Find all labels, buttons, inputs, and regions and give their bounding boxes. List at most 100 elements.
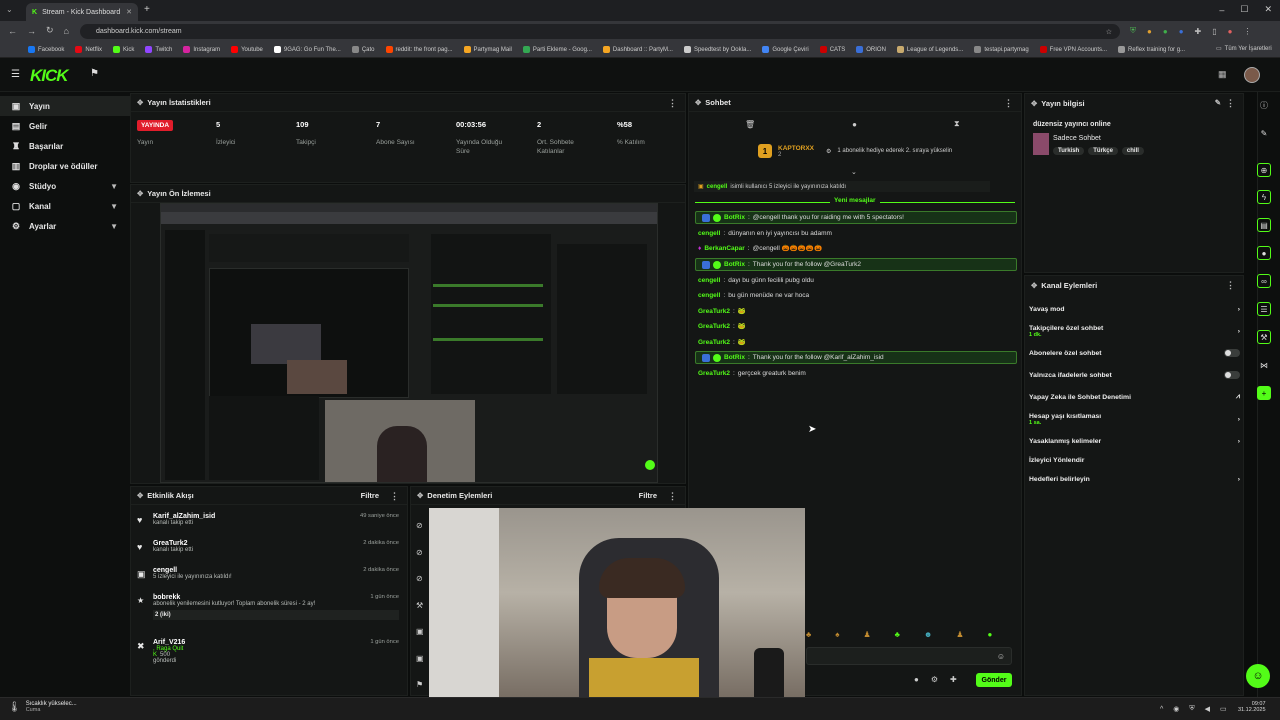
- bookmark[interactable]: Facebook: [28, 46, 64, 53]
- minimize-icon[interactable]: –: [1219, 5, 1224, 15]
- drag-handle-icon[interactable]: ✥: [417, 491, 423, 500]
- kebab-menu-icon[interactable]: ⋮: [668, 98, 677, 109]
- action-goals[interactable]: Hedefleri belirleyin ›: [1029, 471, 1244, 487]
- shield-icon[interactable]: ⛨: [1130, 26, 1136, 36]
- reload-icon[interactable]: ↻: [46, 25, 54, 36]
- kebab-menu-icon[interactable]: ⋮: [390, 491, 399, 502]
- chat-message[interactable]: cengell: dayı bu günn fecilili pubg oldu: [698, 274, 814, 286]
- bookmark[interactable]: Netflix: [75, 46, 102, 53]
- speaker-icon[interactable]: ◀: [1205, 705, 1210, 713]
- drag-handle-icon[interactable]: ✥: [137, 98, 143, 107]
- bookmark[interactable]: Dashboard :: PartyM...: [602, 46, 673, 53]
- chat-message[interactable]: GreaTurk2: gerçcek greaturk benim: [698, 367, 806, 379]
- all-bookmarks[interactable]: ▭ Tüm Yer İşaretleri: [1216, 45, 1272, 52]
- sidebar-item-kanal[interactable]: ▢ Kanal ▼: [0, 196, 130, 216]
- bookmark[interactable]: Partymag Mail: [463, 46, 512, 53]
- kebab-menu-icon[interactable]: ⋮: [1226, 280, 1235, 291]
- emote-icon[interactable]: ♟: [864, 630, 871, 639]
- drag-handle-icon[interactable]: ✥: [1031, 281, 1037, 290]
- hammer-icon[interactable]: ⚒: [1257, 330, 1271, 344]
- emote-icon[interactable]: ♠: [835, 630, 839, 639]
- sidebar-item-studyo[interactable]: ◉ Stüdyo ▼: [0, 176, 130, 196]
- filter-button[interactable]: Filtre: [361, 491, 379, 500]
- document-icon[interactable]: ▤: [1257, 218, 1271, 232]
- send-button[interactable]: Gönder: [976, 673, 1012, 687]
- bookmark[interactable]: testapi.partymag: [974, 46, 1029, 53]
- action-banned-words[interactable]: Yasaklanmış kelimeler ›: [1029, 433, 1244, 449]
- crosshair-icon[interactable]: ⊕: [1257, 163, 1271, 177]
- drag-handle-icon[interactable]: ✥: [1031, 99, 1037, 108]
- emote-icon[interactable]: ●: [988, 630, 993, 639]
- toggle-switch[interactable]: [1224, 371, 1240, 379]
- sidebar-item-gelir[interactable]: ▤ Gelir: [0, 116, 130, 136]
- clock[interactable]: 09:07 31.12.2025: [1238, 701, 1266, 713]
- chat-message[interactable]: ♦ BerkanCapar: @cengell 🎃🎃🎃🎃🎃: [698, 242, 822, 254]
- bookmark[interactable]: reddit: the front pag...: [385, 46, 453, 53]
- kebab-menu-icon[interactable]: ⋮: [1004, 98, 1013, 109]
- edit-icon[interactable]: ✎: [1215, 98, 1221, 107]
- chat-message[interactable]: GreaTurk2: 🐸: [698, 305, 746, 317]
- shield-icon[interactable]: ⛨: [1189, 705, 1194, 713]
- bookmark[interactable]: ORION: [856, 46, 886, 53]
- battery-icon[interactable]: ▭: [1220, 705, 1227, 713]
- kick-logo[interactable]: KICK: [30, 66, 69, 86]
- bookmark[interactable]: Instagram: [183, 46, 220, 53]
- action-followers-only[interactable]: Takipçilere özel sohbet 1 dk. ›: [1029, 321, 1244, 341]
- bookmark[interactable]: Free VPN Accounts...: [1039, 46, 1107, 53]
- menu-icon[interactable]: ⋮: [1243, 27, 1251, 36]
- weather-widget[interactable]: 🌡 Sıcaklık yükselec... Cuma: [8, 701, 77, 713]
- chevron-up-icon[interactable]: ^: [1160, 706, 1163, 713]
- bookmark[interactable]: Speedtest by Ookla...: [683, 46, 751, 53]
- chat-message[interactable]: GreaTurk2: 🐸: [698, 320, 746, 332]
- bookmark[interactable]: 9GAG: Go Fun The...: [273, 46, 341, 53]
- puzzle-icon[interactable]: ✚: [1195, 27, 1202, 36]
- profile-icon[interactable]: ●: [1228, 27, 1233, 36]
- drag-handle-icon[interactable]: ✥: [137, 491, 143, 500]
- sidebar-toggle-icon[interactable]: ▯: [1212, 27, 1216, 36]
- hourglass-icon[interactable]: ⧗: [954, 119, 960, 129]
- bookmark[interactable]: League of Legends...: [896, 46, 963, 53]
- chat-icon[interactable]: ●: [1257, 246, 1271, 260]
- browser-tab[interactable]: K Stream - Kick Dashboard ✕: [26, 3, 138, 21]
- sidebar-item-ayarlar[interactable]: ⚙ Ayarlar ▼: [0, 216, 130, 236]
- expand-icon[interactable]: ⌄: [851, 168, 857, 176]
- info-icon[interactable]: ⓘ: [1257, 98, 1271, 112]
- maximize-icon[interactable]: ☐: [1240, 4, 1248, 15]
- new-tab-icon[interactable]: +: [144, 4, 150, 15]
- gift-icon[interactable]: ✚: [950, 675, 957, 684]
- extension-icon[interactable]: ●: [1147, 27, 1152, 36]
- tag[interactable]: chill: [1121, 147, 1144, 155]
- bookmark[interactable]: Parti Ekleme - Goog...: [522, 46, 592, 53]
- network-icon[interactable]: ◉: [1173, 705, 1179, 713]
- extension-icon[interactable]: ●: [1179, 27, 1184, 36]
- tag[interactable]: Türkçe: [1088, 147, 1118, 155]
- action-emote-only[interactable]: Yalnızca ifadelerle sohbet: [1029, 367, 1244, 383]
- back-icon[interactable]: ←: [8, 26, 17, 36]
- action-raid[interactable]: İzleyici Yönlendir: [1029, 452, 1244, 468]
- trash-icon[interactable]: 🗑: [745, 120, 755, 129]
- chat-message[interactable]: cengell: dünyanın en iyi yayıncısı bu ada…: [698, 227, 832, 239]
- chat-message[interactable]: cengell: bu gün menüde ne var hoca: [698, 289, 809, 301]
- action-subscribers-only[interactable]: Abonelere özel sohbet: [1029, 345, 1244, 361]
- emoji-picker-icon[interactable]: ☺: [997, 652, 1005, 661]
- bookmark[interactable]: Çato: [351, 46, 375, 53]
- chat-bubble-icon[interactable]: ●: [852, 120, 857, 129]
- kebab-menu-icon[interactable]: ⋮: [1226, 98, 1235, 109]
- bookmark[interactable]: Google Çeviri: [762, 46, 809, 53]
- chat-message[interactable]: BotRix: Thank you for the follow @Karif_a…: [695, 351, 1017, 364]
- avatar[interactable]: [1244, 67, 1260, 83]
- list-icon[interactable]: ☰: [1257, 302, 1271, 316]
- address-bar[interactable]: dashboard.kick.com/stream ☆: [80, 24, 1120, 39]
- bookmark[interactable]: CATS: [819, 46, 845, 53]
- stream-preview-video[interactable]: [160, 203, 658, 483]
- toggle-switch[interactable]: [1224, 349, 1240, 357]
- action-ai-moderation[interactable]: Yapay Zeka ile Sohbet Denetimi ⩘: [1029, 389, 1244, 405]
- chat-message[interactable]: BotRix: @cengell thank you for raiding me…: [695, 211, 1017, 224]
- add-icon[interactable]: +: [1257, 386, 1271, 400]
- chat-message[interactable]: BotRix: Thank you for the follow @GreaTur…: [695, 258, 1017, 271]
- sidebar-item-droplar[interactable]: ▥ Droplar ve ödüller: [0, 156, 130, 176]
- pin-icon[interactable]: ⚑: [90, 68, 99, 79]
- chat-bubble-icon[interactable]: ●: [914, 675, 919, 684]
- forward-icon[interactable]: →: [27, 26, 36, 36]
- hamburger-icon[interactable]: ☰: [11, 69, 20, 80]
